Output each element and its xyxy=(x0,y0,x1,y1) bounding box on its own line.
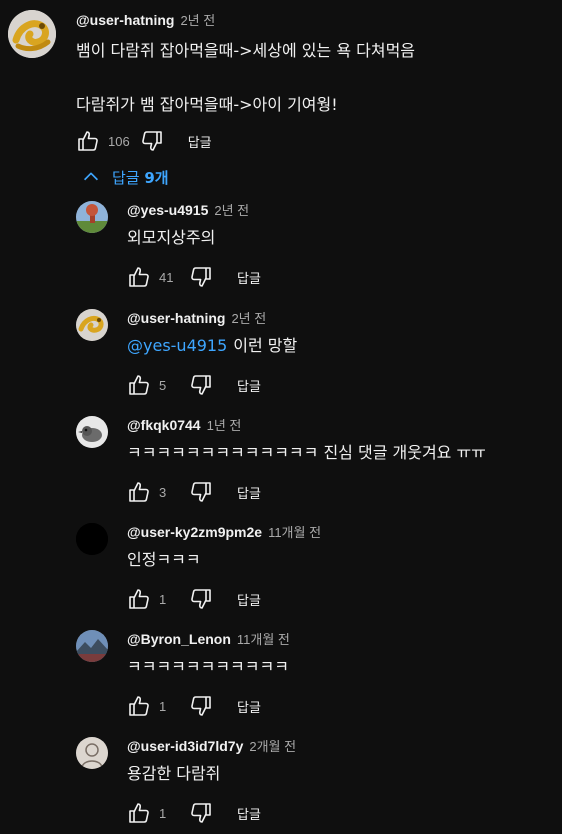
dislike-button[interactable] xyxy=(189,587,213,611)
bird-avatar-icon xyxy=(76,416,108,448)
like-count: 1 xyxy=(159,698,167,714)
dislike-button[interactable] xyxy=(189,801,213,825)
thumbs-up-icon xyxy=(129,589,149,609)
comment-thread: @user-hatning 2년 전 뱀이 다람쥐 잡아먹을때->세상에 있는 … xyxy=(0,0,562,834)
reply-text: ㅋㅋㅋㅋㅋㅋㅋㅋㅋㅋㅋㅋㅋ 진심 댓글 개웃겨요 ㅠㅠ xyxy=(127,441,554,465)
reply-avatar[interactable] xyxy=(76,309,108,341)
reply-time[interactable]: 2년 전 xyxy=(214,200,249,219)
reply-item: @fkqk0744 1년 전 ㅋㅋㅋㅋㅋㅋㅋㅋㅋㅋㅋㅋㅋ 진심 댓글 개웃겨요 … xyxy=(0,410,562,517)
thumbs-down-icon xyxy=(191,696,211,716)
reply-text-content: 외모지상주의 xyxy=(127,228,216,247)
thumbs-down-icon xyxy=(191,803,211,823)
like-count: 41 xyxy=(159,269,174,285)
tree-landscape-avatar-icon xyxy=(76,201,108,233)
thumbs-down-icon xyxy=(191,482,211,502)
like-count: 106 xyxy=(108,133,130,149)
thumbs-up-icon xyxy=(129,267,149,287)
reply-avatar[interactable] xyxy=(76,737,108,769)
thumbs-up-icon xyxy=(129,696,149,716)
thumbs-down-icon xyxy=(191,375,211,395)
dislike-button[interactable] xyxy=(189,694,213,718)
dislike-button[interactable] xyxy=(140,129,164,153)
thumbs-up-icon xyxy=(129,803,149,823)
reply-button[interactable]: 답글 xyxy=(237,483,261,502)
black-avatar-icon xyxy=(76,523,108,555)
thumbs-down-icon xyxy=(141,131,162,151)
reply-time[interactable]: 11개월 전 xyxy=(268,522,321,541)
reply-time[interactable]: 11개월 전 xyxy=(237,629,290,648)
reply-text: @yes-u4915 이런 망할 xyxy=(127,334,554,358)
reply-author[interactable]: @user-ky2zm9pm2e xyxy=(127,524,262,540)
reply-item: @user-hatning 2년 전 @yes-u4915 이런 망할 5 답글 xyxy=(0,303,562,410)
reply-text-content: ㅋㅋㅋㅋㅋㅋㅋㅋㅋㅋㅋ xyxy=(127,657,289,676)
comment-text: 뱀이 다람쥐 잡아먹을때->세상에 있는 욕 다쳐먹음 다람쥐가 뱀 잡아먹을때… xyxy=(76,41,416,114)
reply-item: @user-ky2zm9pm2e 11개월 전 인정ㅋㅋㅋ 1 답글 xyxy=(0,517,562,624)
thumbs-up-icon xyxy=(129,375,149,395)
reply-text: ㅋㅋㅋㅋㅋㅋㅋㅋㅋㅋㅋ xyxy=(127,655,554,679)
reply-item: @yes-u4915 2년 전 외모지상주의 41 답글 xyxy=(0,195,562,302)
comment-time[interactable]: 2년 전 xyxy=(180,10,215,29)
reply-button[interactable]: 답글 xyxy=(237,590,261,609)
reply-author[interactable]: @fkqk0744 xyxy=(127,417,201,433)
like-button[interactable]: 1 xyxy=(127,801,179,825)
reply-avatar[interactable] xyxy=(76,416,108,448)
mountain-avatar-icon xyxy=(76,630,108,662)
yellow-snake-avatar-icon xyxy=(76,309,108,341)
chevron-up-icon xyxy=(83,172,99,181)
comment-author[interactable]: @user-hatning xyxy=(76,12,174,28)
thumbs-down-icon xyxy=(191,589,211,609)
reply-text-content: 용감한 다람쥐 xyxy=(127,764,221,783)
dislike-button[interactable] xyxy=(189,480,213,504)
reply-author[interactable]: @Byron_Lenon xyxy=(127,631,231,647)
like-button[interactable]: 3 xyxy=(127,480,179,504)
like-count: 3 xyxy=(159,484,167,500)
like-button[interactable]: 1 xyxy=(127,587,179,611)
reply-avatar[interactable] xyxy=(76,201,108,233)
like-button[interactable]: 41 xyxy=(127,265,179,289)
reply-avatar[interactable] xyxy=(76,523,108,555)
reply-author[interactable]: @user-id3id7ld7y xyxy=(127,738,243,754)
reply-time[interactable]: 2년 전 xyxy=(231,308,266,327)
thumbs-down-icon xyxy=(191,267,211,287)
reply-button[interactable]: 답글 xyxy=(237,268,261,287)
replies-toggle-label: 답글 xyxy=(112,168,145,187)
reply-item: @user-id3id7ld7y 2개월 전 용감한 다람쥐 1 답글 xyxy=(0,731,562,834)
toggle-replies-button[interactable]: 답글 9개 xyxy=(80,166,169,188)
like-count: 1 xyxy=(159,805,167,821)
like-count: 1 xyxy=(159,591,167,607)
reply-text: 인정ㅋㅋㅋ xyxy=(127,548,554,572)
reply-author[interactable]: @user-hatning xyxy=(127,310,225,326)
dislike-button[interactable] xyxy=(189,373,213,397)
thumbs-up-icon xyxy=(78,131,98,151)
reply-time[interactable]: 2개월 전 xyxy=(249,736,296,755)
reply-button[interactable]: 답글 xyxy=(237,804,261,823)
like-button[interactable]: 106 xyxy=(76,129,130,153)
reply-item: @Byron_Lenon 11개월 전 ㅋㅋㅋㅋㅋㅋㅋㅋㅋㅋㅋ 1 답글 xyxy=(0,624,562,731)
replies-count: 9개 xyxy=(144,168,169,187)
reply-text-content: 이런 망할 xyxy=(233,336,298,355)
yellow-snake-avatar-icon xyxy=(8,10,56,58)
like-count: 5 xyxy=(159,377,167,393)
dislike-button[interactable] xyxy=(189,265,213,289)
reply-text: 용감한 다람쥐 xyxy=(127,762,554,786)
reply-text-content: ㅋㅋㅋㅋㅋㅋㅋㅋㅋㅋㅋㅋㅋ 진심 댓글 개웃겨요 ㅠㅠ xyxy=(127,443,486,462)
reply-button[interactable]: 답글 xyxy=(237,697,261,716)
sketch-avatar-icon xyxy=(76,737,108,769)
mention-link[interactable]: @yes-u4915 xyxy=(127,336,227,355)
reply-avatar[interactable] xyxy=(76,630,108,662)
author-avatar[interactable] xyxy=(8,10,56,58)
reply-button[interactable]: 답글 xyxy=(188,132,212,151)
reply-author[interactable]: @yes-u4915 xyxy=(127,202,208,218)
reply-button[interactable]: 답글 xyxy=(237,376,261,395)
like-button[interactable]: 5 xyxy=(127,373,179,397)
reply-text: 외모지상주의 xyxy=(127,226,554,250)
thumbs-up-icon xyxy=(129,482,149,502)
reply-text-content: 인정ㅋㅋㅋ xyxy=(127,550,201,569)
reply-time[interactable]: 1년 전 xyxy=(207,415,242,434)
like-button[interactable]: 1 xyxy=(127,694,179,718)
